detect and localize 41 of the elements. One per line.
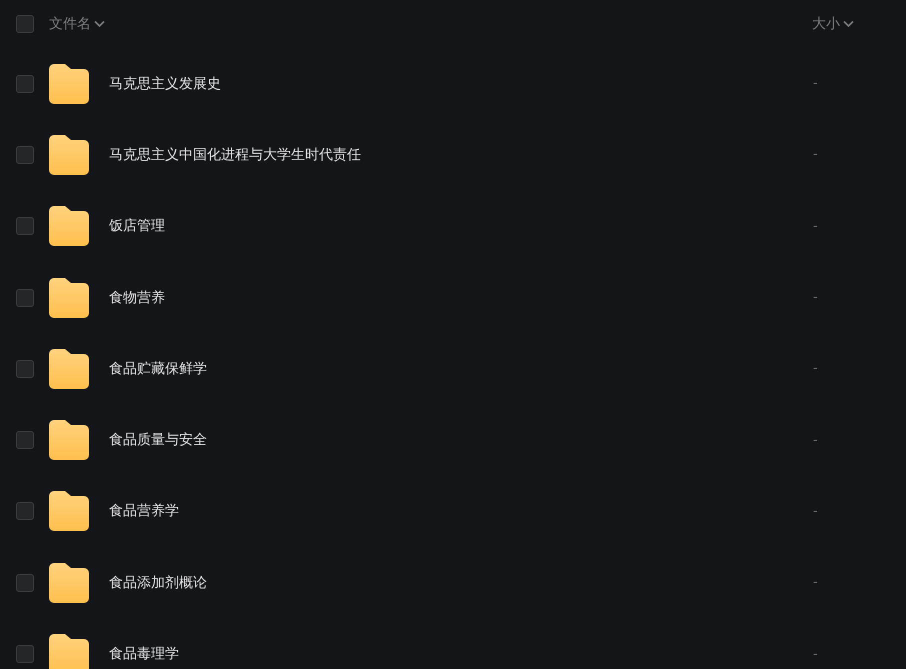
checkbox[interactable] xyxy=(16,146,34,164)
file-size: - xyxy=(812,218,818,234)
file-size: - xyxy=(812,147,818,162)
checkbox[interactable] xyxy=(16,360,34,378)
folder-name[interactable]: 食品添加剂概论 xyxy=(109,574,207,592)
folder-icon xyxy=(49,64,89,104)
checkbox[interactable] xyxy=(16,574,34,592)
file-size: - xyxy=(812,432,818,448)
folder-name[interactable]: 食品营养学 xyxy=(109,502,179,520)
folder-icon xyxy=(49,206,89,246)
file-size: - xyxy=(812,76,818,92)
folder-name[interactable]: 食品质量与安全 xyxy=(109,431,207,450)
file-size: - xyxy=(812,646,818,662)
checkbox[interactable] xyxy=(16,74,34,93)
folder-icon xyxy=(49,278,89,318)
checkbox[interactable] xyxy=(16,288,34,307)
checkbox[interactable] xyxy=(16,645,34,664)
folder-icon xyxy=(49,491,89,532)
checkbox[interactable] xyxy=(16,15,34,33)
checkbox[interactable] xyxy=(16,217,34,236)
folder-icon xyxy=(49,420,89,460)
folder-name[interactable]: 马克思主义发展史 xyxy=(109,74,221,93)
file-size: - xyxy=(812,290,818,306)
folder-icon xyxy=(49,634,89,669)
folder-name[interactable]: 食品毒理学 xyxy=(109,645,179,664)
checkbox[interactable] xyxy=(16,502,34,520)
file-size: - xyxy=(812,504,818,519)
chevron-down-icon xyxy=(94,20,105,28)
folder-name[interactable]: 马克思主义中国化进程与大学生时代责任 xyxy=(109,146,361,164)
folder-icon xyxy=(49,134,89,175)
checkbox[interactable] xyxy=(16,431,34,450)
chevron-down-icon xyxy=(843,20,854,28)
column-header[interactable]: 文件名 xyxy=(49,15,105,33)
folder-name[interactable]: 食物营养 xyxy=(109,288,165,307)
column-header[interactable]: 大小 xyxy=(812,15,854,33)
folder-name[interactable]: 饭店管理 xyxy=(109,217,165,236)
file-size: - xyxy=(812,361,818,376)
file-size: - xyxy=(812,575,818,590)
folder-icon xyxy=(49,562,89,603)
folder-name[interactable]: 食品贮藏保鲜学 xyxy=(109,360,207,378)
folder-icon xyxy=(49,348,89,389)
